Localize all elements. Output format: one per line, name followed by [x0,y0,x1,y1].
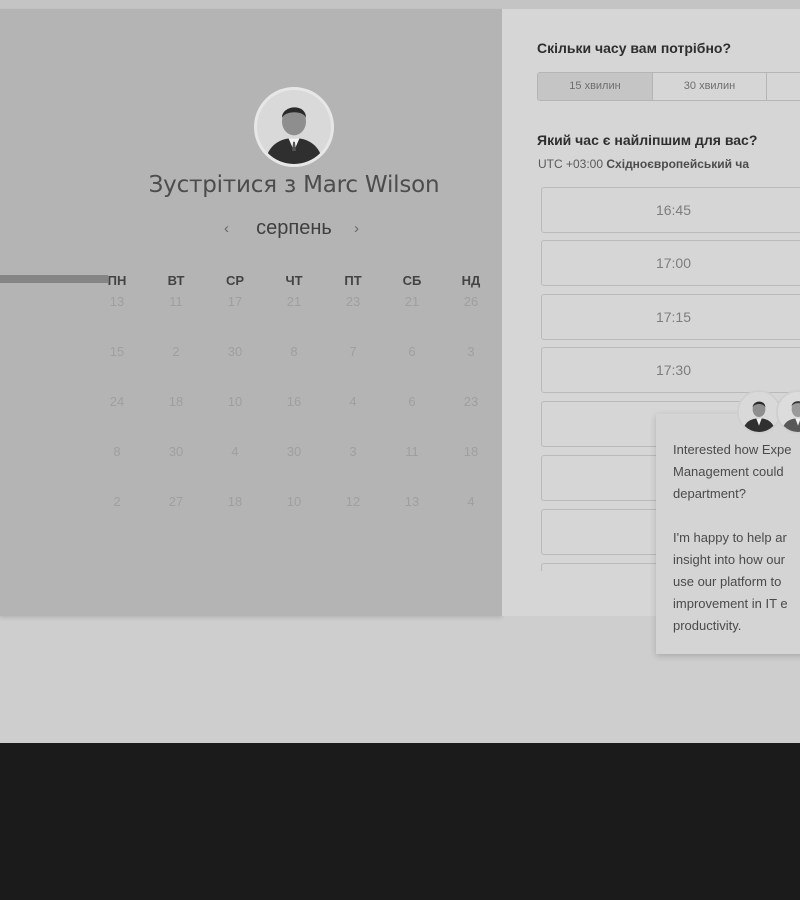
weekday-label: НД [461,273,481,288]
calendar-day[interactable]: 2 [97,494,137,509]
calendar-day[interactable]: 3 [451,344,491,359]
calendar-day[interactable]: 15 [97,344,137,359]
duration-selector: 15 хвилин 30 хвилин [537,72,800,101]
duration-option-more[interactable] [767,73,800,100]
calendar-day[interactable]: 11 [392,444,432,459]
calendar-day[interactable]: 17 [215,294,255,309]
calendar-day[interactable]: 4 [333,394,373,409]
prev-month-icon[interactable]: ‹ [224,220,229,237]
calendar-day[interactable]: 6 [392,394,432,409]
top-strip [0,0,800,9]
agent-photo-icon [778,392,800,432]
progress-bar [0,275,108,283]
time-slot[interactable]: 17:00 [541,240,800,286]
calendar-day[interactable]: 6 [392,344,432,359]
chat-agent-avatar [737,390,781,434]
calendar-day[interactable]: 11 [156,294,196,309]
calendar-day[interactable]: 13 [97,294,137,309]
calendar-day[interactable]: 8 [274,344,314,359]
calendar-panel: Зустрітися з Marc Wilson ‹ серпень › ПН В… [0,9,502,616]
chat-message: Interested how Expe Management could dep… [673,442,792,633]
time-slot[interactable]: 16:45 [541,187,800,233]
calendar-day[interactable]: 21 [392,294,432,309]
calendar-day[interactable]: 27 [156,494,196,509]
calendar-day[interactable]: 18 [156,394,196,409]
calendar-day[interactable]: 26 [451,294,491,309]
weekday-label: ЧТ [285,273,303,288]
calendar-day[interactable]: 24 [97,394,137,409]
duration-option-15[interactable]: 15 хвилин [538,73,653,100]
calendar-day[interactable]: 4 [451,494,491,509]
next-month-icon[interactable]: › [354,220,359,237]
calendar-day[interactable]: 23 [333,294,373,309]
calendar-day[interactable]: 30 [156,444,196,459]
calendar-day[interactable]: 2 [156,344,196,359]
timezone-name: Східноєвропейський ча [606,157,750,171]
duration-option-30[interactable]: 30 хвилин [653,73,767,100]
weekday-label: ВТ [167,273,185,288]
host-photo-icon [257,90,331,164]
host-avatar [254,87,334,167]
weekday-label: ПТ [344,273,362,288]
calendar-day[interactable]: 7 [333,344,373,359]
time-slot[interactable]: 17:30 [541,347,800,393]
time-slot[interactable]: 17:15 [541,294,800,340]
agent-photo-icon [739,392,779,432]
month-navigator: ‹ серпень › [214,214,374,244]
calendar-day[interactable]: 30 [215,344,255,359]
timezone-offset: UTC +03:00 [538,157,604,171]
calendar-day[interactable]: 3 [333,444,373,459]
progress-bar-fill [0,275,108,283]
timezone-label: UTC +03:00 Східноєвропейський ча [538,157,749,171]
calendar-day[interactable]: 12 [333,494,373,509]
calendar-day[interactable]: 18 [215,494,255,509]
meeting-title: Зустрітися з Marc Wilson [148,172,440,198]
time-question: Який час є найліпшим для вас? [537,132,758,148]
month-label: серпень [256,217,332,239]
calendar-day[interactable]: 10 [215,394,255,409]
calendar-day[interactable]: 30 [274,444,314,459]
weekday-label: СБ [402,273,422,288]
calendar-day[interactable]: 10 [274,494,314,509]
calendar-day[interactable]: 4 [215,444,255,459]
calendar-day[interactable]: 8 [97,444,137,459]
weekday-label: ПН [107,273,127,288]
page-footer [0,743,800,900]
calendar-day[interactable]: 13 [392,494,432,509]
calendar-day[interactable]: 16 [274,394,314,409]
calendar-day[interactable]: 23 [451,394,491,409]
weekday-label: СР [225,273,245,288]
calendar-day[interactable]: 18 [451,444,491,459]
duration-question: Скільки часу вам потрібно? [537,40,732,56]
calendar-day[interactable]: 21 [274,294,314,309]
